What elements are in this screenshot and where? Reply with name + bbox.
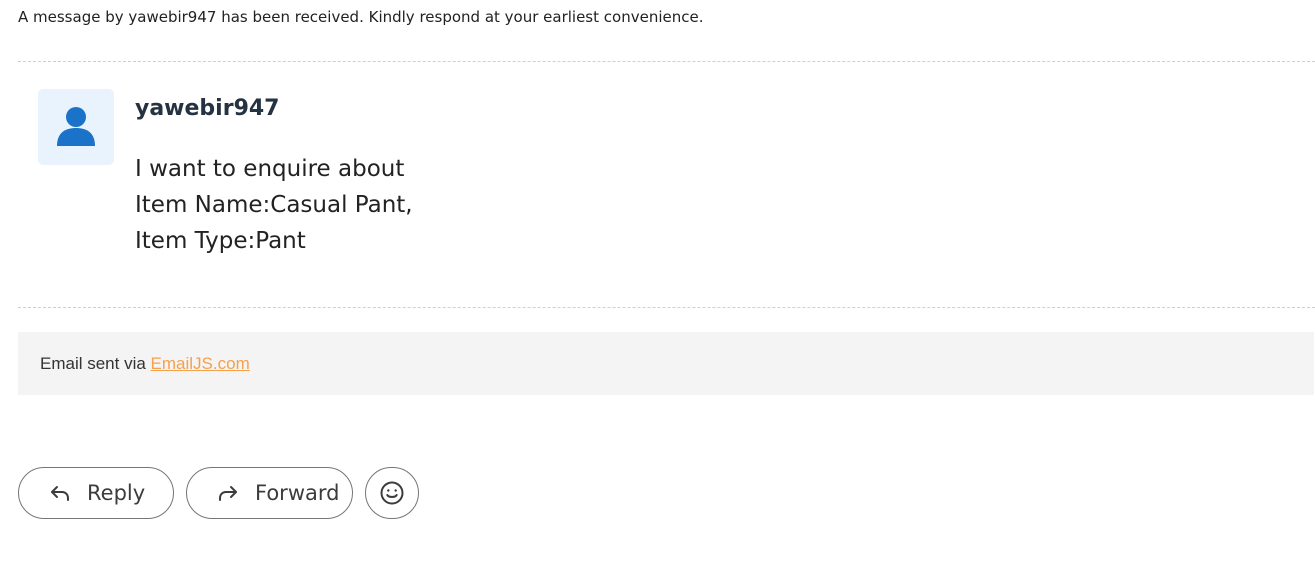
footer-prefix: Email sent via: [40, 353, 151, 373]
message-line: Item Name:Casual Pant,: [135, 192, 413, 218]
forward-button[interactable]: Forward: [186, 467, 353, 519]
person-icon: [53, 102, 99, 152]
smiley-icon: [379, 480, 405, 506]
forward-arrow-icon: [215, 480, 241, 506]
reply-label: Reply: [87, 481, 146, 505]
reply-button[interactable]: Reply: [18, 467, 174, 519]
emoji-reaction-button[interactable]: [365, 467, 419, 519]
sender-name: yawebir947: [135, 96, 280, 121]
received-notice: A message by yawebir947 has been receive…: [18, 8, 704, 26]
message-body: I want to enquire about Item Name:Casual…: [135, 151, 413, 259]
message-line: Item Type:Pant: [135, 228, 306, 254]
avatar: [38, 89, 114, 165]
email-footer: Email sent via EmailJS.com: [18, 332, 1314, 395]
forward-label: Forward: [255, 481, 340, 505]
footer-text: Email sent via EmailJS.com: [40, 354, 250, 374]
message-line: I want to enquire about: [135, 156, 405, 182]
bottom-divider: [18, 307, 1315, 308]
top-divider: [18, 61, 1315, 62]
reply-arrow-icon: [47, 480, 73, 506]
emailjs-link[interactable]: EmailJS.com: [151, 354, 250, 373]
